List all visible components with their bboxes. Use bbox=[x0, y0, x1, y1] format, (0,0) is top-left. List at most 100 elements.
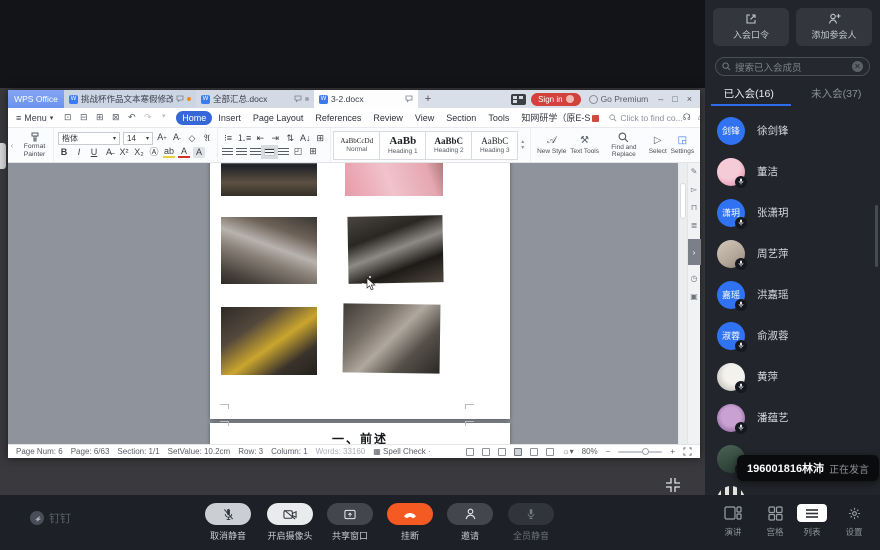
edit-pen-icon[interactable]: ✎ bbox=[691, 167, 698, 176]
shading-icon[interactable]: ◰ bbox=[292, 146, 304, 157]
lock-icon[interactable]: ⊓ bbox=[691, 203, 697, 212]
ribbon-tab-references[interactable]: References bbox=[309, 111, 367, 125]
settings-button[interactable]: ◲Settings bbox=[671, 135, 695, 155]
align-distribute-icon[interactable] bbox=[278, 148, 289, 156]
status-section[interactable]: Section: 1/1 bbox=[117, 447, 159, 456]
ribbon-tab-view[interactable]: View bbox=[409, 111, 440, 125]
decrease-indent-icon[interactable]: ⇤ bbox=[254, 133, 266, 144]
tab-not-joined[interactable]: 未入会(37) bbox=[793, 84, 880, 106]
view-list-button[interactable]: 列表 bbox=[790, 504, 834, 538]
style-heading1[interactable]: AaBbHeading 1 bbox=[379, 131, 426, 160]
unmute-button[interactable]: 取消静音 bbox=[196, 503, 260, 542]
hangup-button[interactable]: 挂断 bbox=[378, 503, 442, 542]
menu-button[interactable]: ≡Menu▾ bbox=[16, 113, 53, 123]
view-outline-icon[interactable] bbox=[530, 448, 538, 456]
ribbon-tab-home[interactable]: Home bbox=[176, 111, 212, 125]
doc-tab-2[interactable]: W 全部汇总.docx bbox=[196, 90, 314, 108]
upload-icon[interactable]: ⌂ bbox=[698, 112, 700, 123]
view-fullscreen-icon[interactable] bbox=[482, 448, 490, 456]
mute-all-button[interactable]: 全员静音 bbox=[499, 503, 563, 542]
history-clock-icon[interactable]: ◷ bbox=[691, 274, 698, 283]
highlight-color-button[interactable]: ab bbox=[163, 147, 175, 158]
borders-icon[interactable]: ⊞ bbox=[307, 146, 319, 157]
search-participants-input[interactable]: 搜索已入会成员 ✕ bbox=[715, 57, 870, 76]
participant-row[interactable]: 潇玥 张潇玥 bbox=[705, 192, 880, 233]
camera-on-button[interactable]: 开启摄像头 bbox=[258, 503, 322, 542]
select-button[interactable]: ▷Select bbox=[649, 135, 667, 155]
phonetic-guide-icon[interactable]: 𝔄 bbox=[201, 133, 213, 144]
undo-icon[interactable]: ↶ bbox=[126, 112, 137, 123]
sort-icon[interactable]: A↓ bbox=[299, 133, 311, 144]
sign-in-button[interactable]: Sign in bbox=[531, 93, 580, 106]
align-right-icon[interactable] bbox=[250, 148, 261, 156]
document-canvas[interactable]: 一、前述 bbox=[8, 163, 700, 444]
view-two-page-icon[interactable] bbox=[498, 448, 506, 456]
more-commands-icon[interactable]: ▾ bbox=[158, 112, 169, 123]
restore-button[interactable]: □ bbox=[672, 94, 677, 104]
eye-protect-icon[interactable]: ☼▾ bbox=[562, 447, 573, 456]
image-tool-icon[interactable]: ▣ bbox=[690, 292, 698, 301]
show-marks-icon[interactable]: ⊞ bbox=[314, 133, 326, 144]
open-icon[interactable]: ⊡ bbox=[62, 112, 73, 123]
new-tab-button[interactable]: + bbox=[418, 90, 438, 108]
doc-tab-3-active[interactable]: W 3-2.docx bbox=[314, 90, 418, 108]
view-web-icon[interactable] bbox=[546, 448, 554, 456]
status-page-num[interactable]: Page Num: 6 bbox=[16, 447, 63, 456]
zoom-level[interactable]: 80% bbox=[582, 447, 598, 456]
document-scrollbar[interactable] bbox=[678, 163, 687, 444]
meeting-settings-button[interactable]: 设置 bbox=[832, 504, 876, 538]
format-painter-button[interactable]: Format Painter bbox=[16, 128, 54, 162]
add-participant-button[interactable]: 添加参会人 bbox=[796, 8, 872, 46]
participant-row[interactable]: 剑锋 徐剑锋 bbox=[705, 110, 880, 151]
pointer-icon[interactable]: ▻ bbox=[691, 185, 697, 194]
align-left-icon[interactable] bbox=[222, 148, 233, 156]
strikethrough-button[interactable]: A̶ bbox=[103, 147, 115, 158]
style-heading2[interactable]: AaBbCHeading 2 bbox=[425, 131, 472, 160]
redo-icon[interactable]: ↷ bbox=[142, 112, 153, 123]
wps-home-button[interactable]: WPS Office bbox=[8, 90, 64, 108]
font-color-button[interactable]: A bbox=[178, 147, 190, 158]
find-replace-button[interactable]: Find and Replace bbox=[603, 132, 645, 159]
view-speaker-button[interactable]: 演讲 bbox=[711, 504, 755, 538]
zoom-out-button[interactable]: − bbox=[606, 447, 611, 456]
ribbon-tab-review[interactable]: Review bbox=[367, 111, 409, 125]
new-style-button[interactable]: 𝒜New Style bbox=[537, 135, 566, 155]
scrollbar-thumb[interactable] bbox=[680, 183, 686, 219]
ribbon-tab-cnki[interactable]: 知网研学（原E-S bbox=[515, 109, 605, 126]
go-premium-button[interactable]: Go Premium bbox=[589, 94, 649, 104]
participant-row[interactable] bbox=[705, 479, 880, 495]
font-name-select[interactable]: 楷体▾ bbox=[58, 132, 120, 145]
ribbon-tab-page-layout[interactable]: Page Layout bbox=[247, 111, 310, 125]
chevron-left-icon[interactable]: ‹ bbox=[8, 128, 16, 162]
fit-page-icon[interactable] bbox=[683, 447, 692, 456]
ribbon-tab-section[interactable]: Section bbox=[440, 111, 482, 125]
exit-fullscreen-icon[interactable] bbox=[664, 476, 682, 494]
increase-font-icon[interactable]: A+ bbox=[156, 132, 168, 145]
clear-search-icon[interactable]: ✕ bbox=[852, 61, 863, 72]
style-heading3[interactable]: AaBbCHeading 3 bbox=[471, 131, 518, 160]
superscript-button[interactable]: X² bbox=[118, 147, 130, 158]
status-row[interactable]: Row: 3 bbox=[238, 447, 263, 456]
print-icon[interactable]: ⊞ bbox=[94, 112, 105, 123]
style-normal[interactable]: AaBbCcDdNormal bbox=[333, 131, 380, 160]
underline-button[interactable]: U bbox=[88, 147, 100, 158]
font-size-select[interactable]: 14▾ bbox=[123, 132, 153, 145]
line-spacing-icon[interactable]: ⇅ bbox=[284, 133, 296, 144]
participant-row[interactable]: 嘉瑶 洪嘉瑶 bbox=[705, 274, 880, 315]
zoom-slider[interactable] bbox=[618, 451, 662, 453]
italic-button[interactable]: I bbox=[73, 147, 85, 158]
participants-list[interactable]: 剑锋 徐剑锋 董洁 潇玥 张潇玥 周艺萍 嘉瑶 洪嘉瑶 淑蓉 俞淑蓉 bbox=[705, 110, 880, 495]
share-window-button[interactable]: 共享窗口 bbox=[318, 503, 382, 542]
ribbon-tab-tools[interactable]: Tools bbox=[482, 111, 515, 125]
tab-joined[interactable]: 已入会(16) bbox=[705, 84, 793, 106]
styles-scroll-arrows[interactable]: ▲▼ bbox=[518, 139, 527, 151]
list-scrollbar-thumb[interactable] bbox=[875, 205, 878, 267]
text-tools-button[interactable]: ⚒Text Tools bbox=[570, 135, 599, 155]
zoom-slider-knob[interactable] bbox=[642, 448, 649, 455]
increase-indent-icon[interactable]: ⇥ bbox=[269, 133, 281, 144]
close-button[interactable]: × bbox=[687, 94, 692, 104]
participant-row[interactable]: 淑蓉 俞淑蓉 bbox=[705, 315, 880, 356]
participant-row[interactable]: 潘蕴艺 bbox=[705, 397, 880, 438]
decrease-font-icon[interactable]: A- bbox=[171, 132, 183, 145]
save-icon[interactable]: ⊟ bbox=[78, 112, 89, 123]
